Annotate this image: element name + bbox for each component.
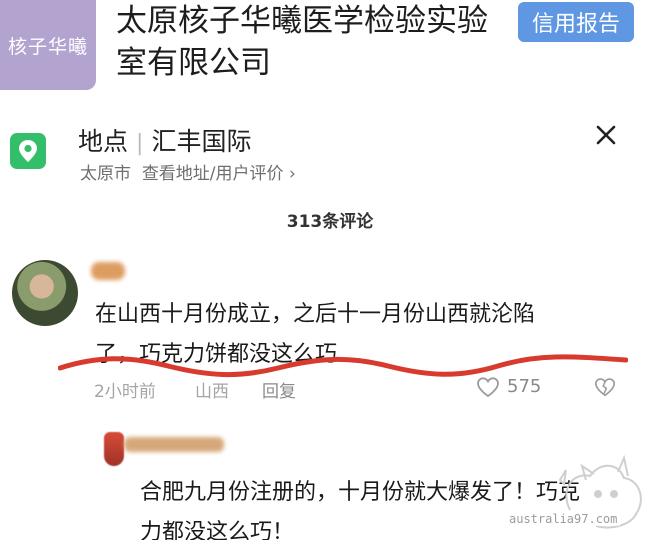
divider: | [136,131,144,156]
chevron-right-icon: › [288,164,296,184]
like-count: 575 [507,376,542,397]
map-pin-icon [10,133,46,169]
location-label: 地点 [78,127,129,156]
credit-report-button[interactable]: 信用报告 [518,2,634,42]
location-title: 地点 | 汇丰国际 [78,122,251,158]
reply-button[interactable]: 回复 [262,377,296,402]
heart-icon[interactable] [476,376,500,398]
company-name: 太原核子华曦医学检验实验室有限公司 [116,3,488,81]
reply-username-blurred [124,437,224,452]
watermark-text: australia97.com [506,512,621,526]
watermark-cat-icon [558,454,642,529]
location-city: 太原市 [80,164,131,184]
company-logo: 核子华曦 [0,0,96,90]
reply-avatar[interactable] [104,432,124,466]
location-name: 汇丰国际 [151,127,252,156]
avatar[interactable] [12,260,78,326]
comment-time: 2小时前 [94,382,156,402]
dislike-icon[interactable] [594,376,616,398]
company-logo-text: 核子华曦 [7,35,88,58]
close-icon[interactable] [591,120,621,150]
comment-count: 313条评论 [286,212,374,232]
comment-region: 山西 [195,382,229,402]
username-blurred [91,262,125,280]
view-address-link[interactable]: 查看地址/用户评价 [142,164,284,184]
location-subline: 太原市 查看地址/用户评价 › [80,159,296,184]
